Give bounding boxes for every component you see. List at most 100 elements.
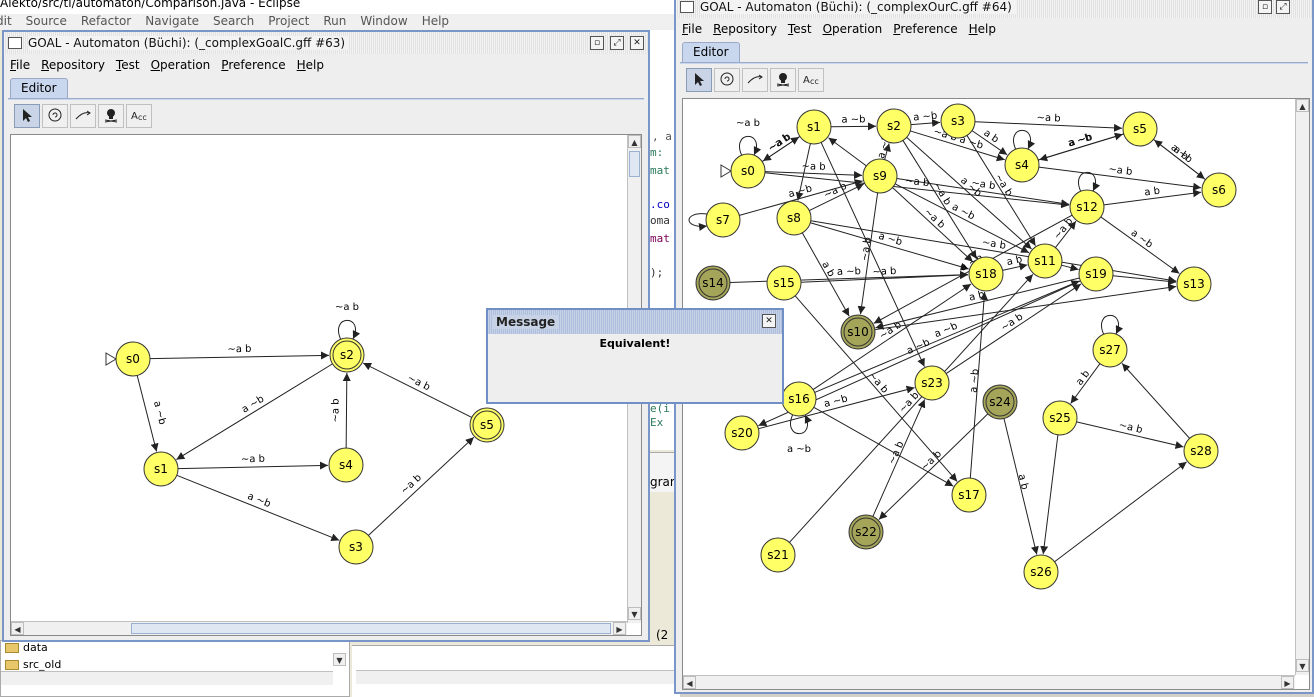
state-s4[interactable]: s4 — [1004, 147, 1040, 183]
state-label[interactable]: s16 — [788, 392, 810, 406]
menu-preference[interactable]: Preference — [893, 22, 957, 36]
state-label[interactable]: s13 — [1183, 277, 1205, 291]
state-label[interactable]: s3 — [349, 540, 363, 554]
state-label[interactable]: s0 — [126, 352, 140, 366]
state-s14[interactable]: s14 — [695, 265, 731, 301]
menu-operation[interactable]: Operation — [823, 22, 883, 36]
eclipse-menu-item[interactable]: Project — [268, 14, 309, 28]
state-label[interactable]: s19 — [1085, 267, 1107, 281]
state-tool-button[interactable] — [714, 68, 740, 92]
eclipse-menu-item[interactable]: Navigate — [145, 14, 199, 28]
maximize-button[interactable]: ⤢ — [610, 36, 624, 50]
state-s13[interactable]: s13 — [1176, 266, 1212, 302]
state-s21[interactable]: s21 — [760, 537, 796, 573]
state-label[interactable]: s5 — [1133, 122, 1147, 136]
state-s0[interactable]: s0 — [730, 153, 766, 189]
scroll-right-button[interactable]: ▶ — [1281, 676, 1294, 689]
state-s27[interactable]: s27 — [1092, 332, 1128, 368]
state-label[interactable]: s2 — [887, 119, 901, 133]
scroll-left-button[interactable]: ◀ — [11, 622, 24, 635]
eclipse-menu-item[interactable]: dit — [0, 14, 12, 28]
state-s8[interactable]: s8 — [776, 200, 812, 236]
state-label[interactable]: s20 — [731, 426, 753, 440]
message-titlebar[interactable]: Message ✕ — [488, 310, 782, 334]
menu-test[interactable]: Test — [116, 58, 140, 72]
state-s5[interactable]: s5 — [469, 407, 505, 443]
state-s3[interactable]: s3 — [338, 529, 374, 565]
state-s12[interactable]: s12 — [1069, 189, 1105, 225]
menu-repository[interactable]: Repository — [41, 58, 105, 72]
eclipse-menu-item[interactable]: Search — [213, 14, 254, 28]
menu-operation[interactable]: Operation — [151, 58, 211, 72]
state-s6[interactable]: s6 — [1201, 172, 1237, 208]
state-label[interactable]: s25 — [1049, 411, 1071, 425]
explorer-item[interactable]: src_old — [5, 658, 61, 671]
state-s1[interactable]: s1 — [143, 451, 179, 487]
eclipse-menu-item[interactable]: Help — [422, 14, 449, 28]
scroll-right-button[interactable]: ▶ — [613, 622, 626, 635]
state-label[interactable]: s8 — [787, 211, 801, 225]
transition-tool-button[interactable] — [70, 104, 96, 128]
left-window-titlebar[interactable]: GOAL - Automaton (Büchi): (_complexGoalC… — [4, 32, 648, 54]
state-label[interactable]: s10 — [847, 325, 869, 339]
right-vscroll[interactable]: ▲ ▼ — [1295, 99, 1309, 675]
state-s4[interactable]: s4 — [328, 447, 364, 483]
state-s9[interactable]: s9 — [862, 158, 898, 194]
tab-editor[interactable]: Editor — [682, 42, 740, 62]
left-hscroll[interactable]: ◀ ▶ — [11, 621, 627, 635]
state-s11[interactable]: s11 — [1027, 243, 1063, 279]
skull-tool-button[interactable] — [770, 68, 796, 92]
menu-file[interactable]: File — [10, 58, 30, 72]
menu-repository[interactable]: Repository — [713, 22, 777, 36]
skull-tool-button[interactable] — [98, 104, 124, 128]
state-label[interactable]: s1 — [807, 120, 821, 134]
state-s5[interactable]: s5 — [1122, 111, 1158, 147]
state-s18[interactable]: s18 — [968, 256, 1004, 292]
minimize-button[interactable]: ▫ — [1258, 0, 1272, 14]
state-s17[interactable]: s17 — [951, 477, 987, 513]
state-label[interactable]: s22 — [855, 525, 877, 539]
state-label[interactable]: s23 — [921, 376, 943, 390]
state-label[interactable]: s18 — [975, 267, 997, 281]
state-label[interactable]: s15 — [773, 276, 795, 290]
state-s2[interactable]: s2 — [329, 337, 365, 373]
state-label[interactable]: s14 — [702, 276, 724, 290]
state-s16[interactable]: s16 — [781, 381, 817, 417]
tab-editor[interactable]: Editor — [10, 78, 68, 98]
menu-test[interactable]: Test — [788, 22, 812, 36]
state-label[interactable]: s26 — [1030, 565, 1052, 579]
eclipse-menu-item[interactable]: Refactor — [81, 14, 131, 28]
state-label[interactable]: s9 — [873, 169, 887, 183]
scroll-up-button[interactable]: ▲ — [628, 135, 641, 148]
pointer-tool-button[interactable] — [14, 104, 40, 128]
text-tool-tool-button[interactable]: Acc — [798, 68, 824, 92]
state-s28[interactable]: s28 — [1183, 433, 1219, 469]
state-s22[interactable]: s22 — [848, 514, 884, 550]
state-s24[interactable]: s24 — [982, 384, 1018, 420]
state-s2[interactable]: s2 — [876, 108, 912, 144]
eclipse-menu-item[interactable]: Source — [26, 14, 67, 28]
close-button[interactable]: ✕ — [762, 314, 776, 328]
scroll-thumb[interactable] — [629, 151, 640, 177]
state-s3[interactable]: s3 — [940, 103, 976, 139]
state-s7[interactable]: s7 — [705, 202, 741, 238]
scroll-left-button[interactable]: ◀ — [683, 676, 696, 689]
eclipse-menu-item[interactable]: Run — [323, 14, 346, 28]
scroll-down-button[interactable]: ▼ — [1296, 659, 1309, 672]
state-label[interactable]: s21 — [767, 548, 789, 562]
menu-help[interactable]: Help — [297, 58, 324, 72]
menu-preference[interactable]: Preference — [221, 58, 285, 72]
right-window-titlebar[interactable]: GOAL - Automaton (Büchi): (_complexOurC.… — [676, 0, 1312, 18]
right-hscroll[interactable]: ◀ ▶ — [683, 675, 1295, 689]
close-button[interactable]: ✕ — [630, 36, 644, 50]
state-s23[interactable]: s23 — [914, 365, 950, 401]
state-label[interactable]: s7 — [716, 213, 730, 227]
state-label[interactable]: s5 — [480, 418, 494, 432]
state-label[interactable]: s28 — [1190, 444, 1212, 458]
console-hscroll[interactable] — [356, 670, 676, 684]
state-label[interactable]: s12 — [1076, 200, 1098, 214]
state-label[interactable]: s17 — [958, 488, 980, 502]
eclipse-menu-item[interactable]: Window — [360, 14, 407, 28]
state-label[interactable]: s4 — [1015, 158, 1029, 172]
menu-file[interactable]: File — [682, 22, 702, 36]
